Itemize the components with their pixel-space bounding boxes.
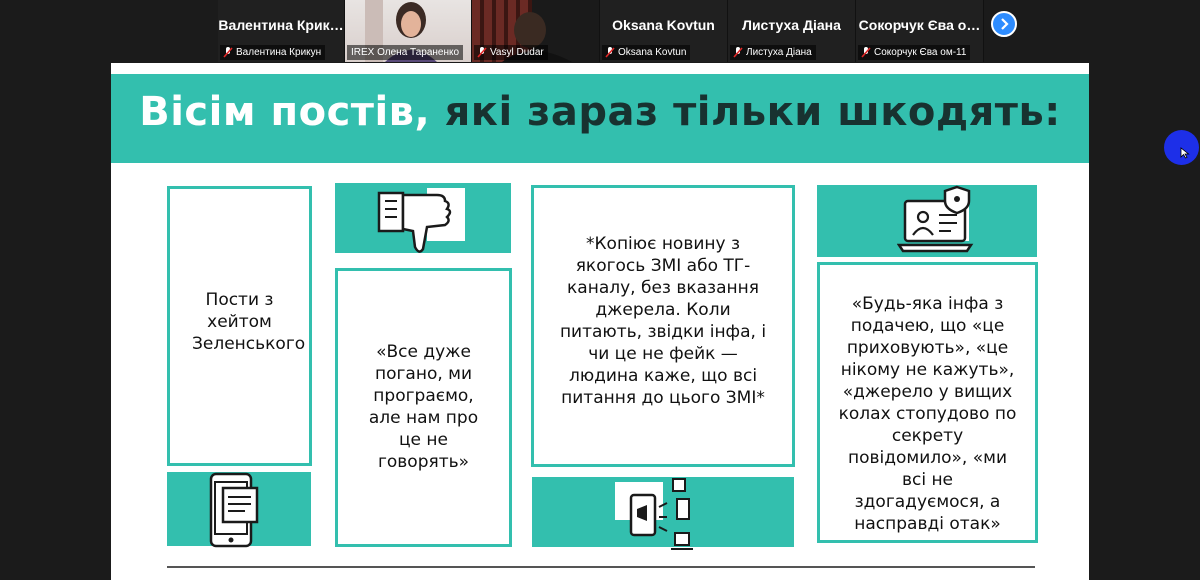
thumbs-down-icon xyxy=(377,191,452,253)
laptop-user-shield-icon xyxy=(897,185,974,253)
slide-bottom-rule xyxy=(167,566,1035,568)
post-box-1: Пости з хейтом Зеленського xyxy=(167,186,312,466)
post-box-2: «Все дуже погано, ми програємо, але нам … xyxy=(335,268,512,547)
post-box-1-text: Пости з хейтом Зеленського xyxy=(192,290,306,354)
next-page-icon xyxy=(1001,18,1009,30)
participant-tile-name: Валентина Крик… xyxy=(218,17,344,33)
remote-pointer xyxy=(1164,130,1199,165)
participant-label: IREX Олена Тараненко xyxy=(347,45,464,60)
participant-tile[interactable]: Сокорчук Єва о… Сокорчук Єва ом-11 xyxy=(856,0,984,62)
participant-label: Валентина Крикун xyxy=(220,45,326,60)
participant-tile[interactable]: Листуха Діана Листуха Діана xyxy=(728,0,856,62)
muted-mic-icon xyxy=(477,47,487,58)
title-white-part: Вісім постів, xyxy=(139,89,431,135)
participant-tile[interactable]: Oksana Kovtun Oksana Kovtun xyxy=(600,0,728,62)
muted-mic-icon xyxy=(733,47,743,58)
post-box-3: *Копіює новину з якогось ЗМІ або ТГ-кана… xyxy=(531,185,795,467)
muted-mic-icon xyxy=(223,47,233,58)
participant-label: Листуха Діана xyxy=(730,45,816,60)
post-box-4: «Будь-яка інфа з подачею, що «це прихову… xyxy=(817,262,1038,543)
participant-tile[interactable]: Vasyl Dudar xyxy=(472,0,600,62)
cursor-icon xyxy=(1180,147,1190,159)
muted-mic-icon xyxy=(605,47,615,58)
icon-tile xyxy=(817,185,1037,257)
participant-label-text: Листуха Діана xyxy=(746,47,812,58)
participant-label-text: Vasyl Dudar xyxy=(490,47,544,58)
participant-tile[interactable]: Валентина Крик… Валентина Крикун xyxy=(218,0,345,62)
participant-label-text: Валентина Крикун xyxy=(236,47,322,58)
icon-tile xyxy=(532,477,794,550)
participant-label: Oksana Kovtun xyxy=(602,45,691,60)
icon-tile xyxy=(167,472,311,548)
muted-mic-icon xyxy=(861,47,871,58)
participant-label-text: Сокорчук Єва ом-11 xyxy=(874,47,967,58)
participant-label-text: IREX Олена Тараненко xyxy=(351,47,460,58)
participant-label-text: Oksana Kovtun xyxy=(618,47,687,58)
next-page-button[interactable] xyxy=(991,11,1017,37)
post-box-2-text: «Все дуже погано, ми програємо, але нам … xyxy=(368,342,479,472)
participant-label: Vasyl Dudar xyxy=(474,45,548,60)
participant-tile-name: Oksana Kovtun xyxy=(612,17,715,33)
title-dark-part: які зараз тільки шкодять: xyxy=(444,89,1061,135)
phone-megaphone-icon xyxy=(629,478,693,550)
participant-label: Сокорчук Єва ом-11 xyxy=(858,45,971,60)
participant-tile[interactable]: IREX Олена Тараненко xyxy=(345,0,472,62)
slide-title: Вісім постів, які зараз тільки шкодять: xyxy=(111,89,1089,135)
shared-slide: Вісім постів, які зараз тільки шкодять: … xyxy=(111,63,1089,580)
tablet-document-icon xyxy=(209,472,259,548)
post-box-4-text: «Будь-яка інфа з подачею, що «це прихову… xyxy=(838,294,1017,534)
icon-tile xyxy=(335,183,511,253)
participant-tile-name: Сокорчук Єва о… xyxy=(858,17,981,33)
participant-strip: Валентина Крик… Валентина Крикун IREX Ол… xyxy=(0,0,1200,62)
participant-tile-name: Листуха Діана xyxy=(742,17,841,33)
post-box-3-text: *Копіює новину з якогось ЗМІ або ТГ-кана… xyxy=(559,234,767,408)
